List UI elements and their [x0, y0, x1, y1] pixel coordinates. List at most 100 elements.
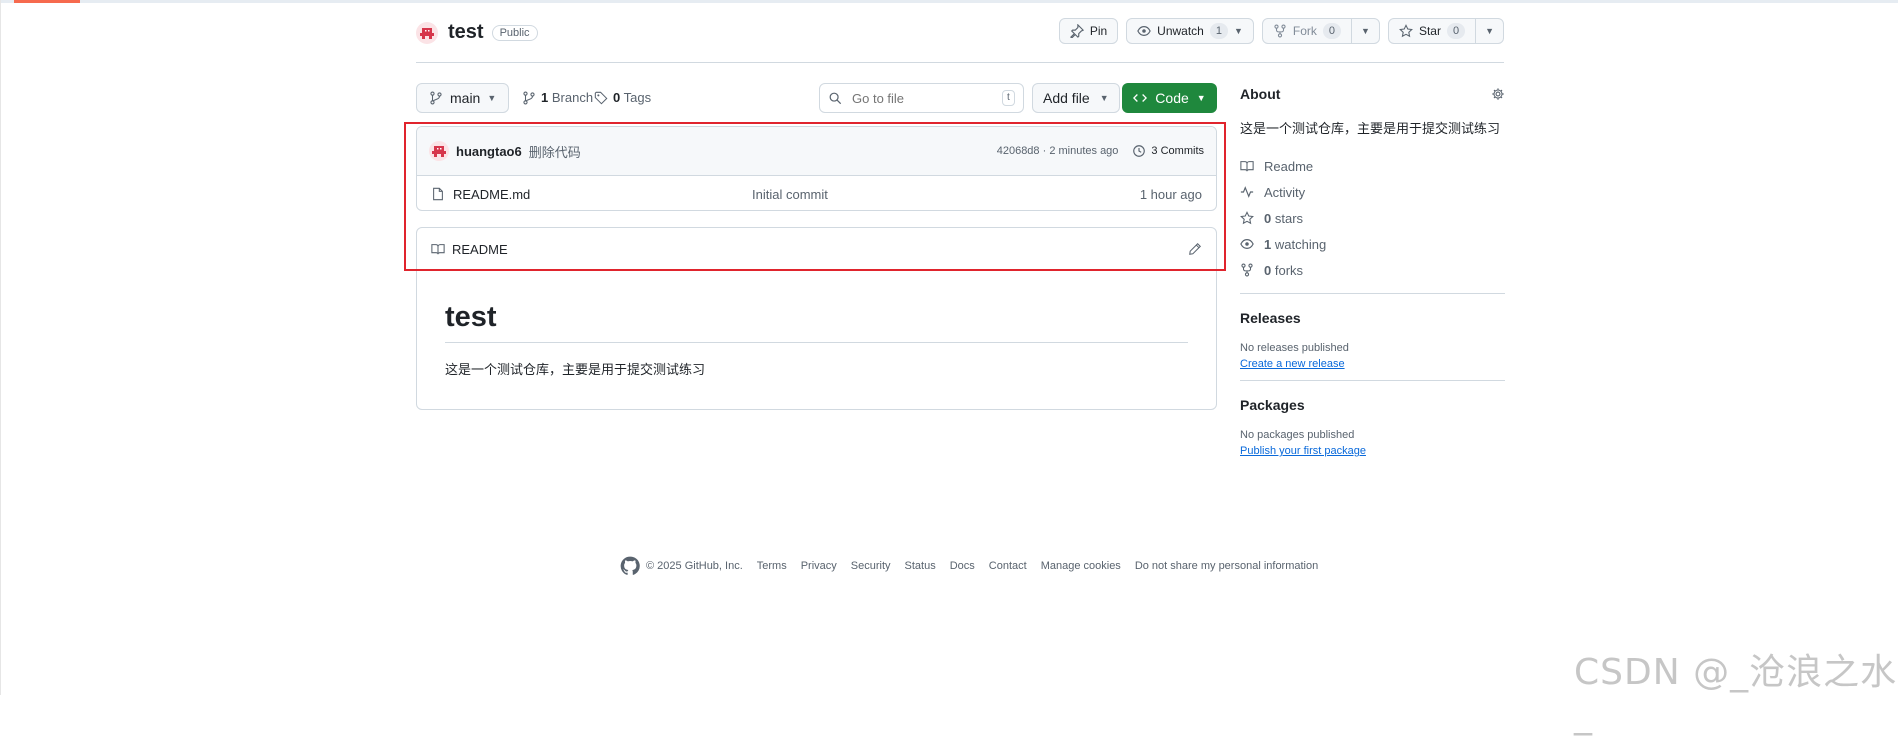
packages-empty-text: No packages published: [1240, 429, 1355, 441]
readme-heading: test: [445, 301, 1188, 343]
watching-label: watching: [1274, 236, 1327, 252]
forks-label: forks: [1274, 262, 1304, 278]
highlight-annotation-box: [404, 122, 1226, 271]
code-icon: [1133, 91, 1148, 105]
stars-link[interactable]: 0 stars: [1240, 205, 1505, 231]
footer-link-terms[interactable]: Terms: [757, 560, 787, 572]
releases-title[interactable]: Releases: [1240, 310, 1505, 326]
forks-count: 0: [1264, 262, 1272, 278]
readme-text: 这是一个测试仓库，主要是用于提交测试练习: [445, 362, 706, 377]
releases-empty-text: No releases published: [1240, 342, 1349, 354]
fork-label: Fork: [1292, 24, 1317, 38]
chevron-down-icon: ▼: [1099, 93, 1109, 103]
repo-name-link[interactable]: test: [448, 21, 484, 44]
tags-link[interactable]: 0 Tags: [594, 90, 651, 105]
activity-link[interactable]: Activity: [1240, 179, 1505, 205]
chevron-down-icon: ▼: [1196, 93, 1206, 103]
tags-label: Tags: [623, 90, 652, 105]
stars-count: 0: [1264, 210, 1272, 226]
chevron-down-icon: ▼: [487, 93, 497, 103]
repo-actions: Pin Unwatch 1 ▼ Fork 0 ▼ Star 0 ▼: [1058, 18, 1504, 44]
copyright-text: © 2025 GitHub, Inc.: [646, 560, 743, 572]
eye-icon: [1240, 237, 1254, 251]
fork-icon: [1240, 263, 1254, 277]
about-header: About: [1240, 86, 1505, 102]
unwatch-button[interactable]: Unwatch 1 ▼: [1126, 18, 1254, 44]
gear-icon[interactable]: [1491, 87, 1505, 101]
star-icon: [1398, 24, 1413, 38]
fork-dropdown[interactable]: ▼: [1351, 19, 1379, 43]
book-icon: [1240, 159, 1254, 173]
footer-link-security[interactable]: Security: [851, 560, 891, 572]
code-button[interactable]: Code ▼: [1122, 83, 1217, 113]
page-load-fill: [14, 0, 80, 3]
branches-label: Branch: [551, 90, 594, 105]
keyboard-shortcut-hint: t: [1002, 90, 1015, 106]
packages-title[interactable]: Packages: [1240, 397, 1505, 413]
add-file-button[interactable]: Add file ▼: [1032, 83, 1120, 113]
visibility-badge: Public: [491, 24, 538, 41]
footer-link-manage-cookies[interactable]: Manage cookies: [1041, 560, 1121, 572]
footer-link-privacy[interactable]: Privacy: [801, 560, 837, 572]
footer-link-do-not-share[interactable]: Do not share my personal information: [1135, 560, 1318, 572]
go-to-file-input[interactable]: [850, 89, 994, 107]
readme-content: test 这是一个测试仓库，主要是用于提交测试练习: [417, 301, 1216, 378]
add-file-label: Add file: [1043, 90, 1090, 106]
watch-count: 1: [1209, 23, 1228, 39]
pin-label: Pin: [1089, 24, 1108, 38]
fork-button[interactable]: Fork 0 ▼: [1261, 18, 1380, 44]
watching-link[interactable]: 1 watching: [1240, 231, 1505, 257]
search-icon: [828, 91, 842, 105]
tag-icon: [594, 91, 608, 105]
watching-count: 1: [1264, 236, 1272, 252]
owner-avatar[interactable]: [416, 21, 438, 44]
publish-package-link[interactable]: Publish your first package: [1240, 445, 1366, 457]
chevron-down-icon: ▼: [1485, 26, 1494, 36]
readme-link[interactable]: Readme: [1240, 153, 1505, 179]
pin-icon: [1069, 24, 1084, 38]
star-dropdown[interactable]: ▼: [1475, 19, 1503, 43]
footer-link-docs[interactable]: Docs: [950, 560, 975, 572]
divider: [1240, 293, 1505, 294]
about-title: About: [1240, 86, 1281, 102]
chevron-down-icon: ▼: [1361, 26, 1370, 36]
footer-link-contact[interactable]: Contact: [989, 560, 1027, 572]
branch-icon: [429, 91, 443, 105]
branches-link[interactable]: 1 Branch: [522, 90, 593, 105]
chevron-down-icon: ▼: [1233, 26, 1243, 36]
forks-link[interactable]: 0 forks: [1240, 257, 1505, 283]
csdn-watermark: CSDN @_沧浪之水_: [1574, 652, 1898, 736]
footer-link-status[interactable]: Status: [905, 560, 936, 572]
branch-icon: [522, 91, 536, 105]
about-links: Readme Activity 0 stars 1 watching 0 for…: [1240, 153, 1505, 283]
star-count: 0: [1446, 23, 1466, 39]
repo-header: test Public Pin Unwatch 1 ▼ Fork 0 ▼ Sta…: [416, 18, 1504, 63]
create-release-link[interactable]: Create a new release: [1240, 358, 1345, 370]
eye-icon: [1137, 24, 1151, 38]
branches-count: 1: [541, 90, 549, 105]
code-label: Code: [1155, 90, 1189, 106]
fork-icon: [1273, 24, 1287, 38]
star-label: Star: [1418, 24, 1441, 38]
unwatch-label: Unwatch: [1157, 24, 1204, 38]
go-to-file-search[interactable]: t: [819, 83, 1024, 113]
repo-title: test Public: [416, 21, 538, 44]
about-description: 这是一个测试仓库，主要是用于提交测试练习: [1240, 121, 1501, 136]
activity-link-label: Activity: [1264, 184, 1306, 200]
page-footer: © 2025 GitHub, Inc. Terms Privacy Securi…: [620, 556, 1318, 576]
branch-name: main: [450, 90, 481, 106]
page-load-bar: [0, 0, 1898, 3]
stars-label: stars: [1274, 210, 1304, 226]
branch-selector[interactable]: main ▼: [416, 83, 510, 113]
star-icon: [1240, 211, 1254, 225]
fork-count: 0: [1322, 23, 1342, 39]
pin-button[interactable]: Pin: [1058, 18, 1119, 44]
github-logo-icon[interactable]: [620, 556, 640, 576]
code-toolbar: main ▼ 1 Branch 0 Tags t Add file ▼ Code…: [416, 83, 1217, 113]
star-button[interactable]: Star 0 ▼: [1387, 18, 1504, 44]
repo-sidebar: About 这是一个测试仓库，主要是用于提交测试练习 Readme Activi…: [1240, 86, 1505, 457]
window-edge: [0, 0, 1, 695]
divider: [1240, 380, 1505, 381]
readme-link-label: Readme: [1264, 158, 1314, 174]
pulse-icon: [1240, 185, 1254, 199]
